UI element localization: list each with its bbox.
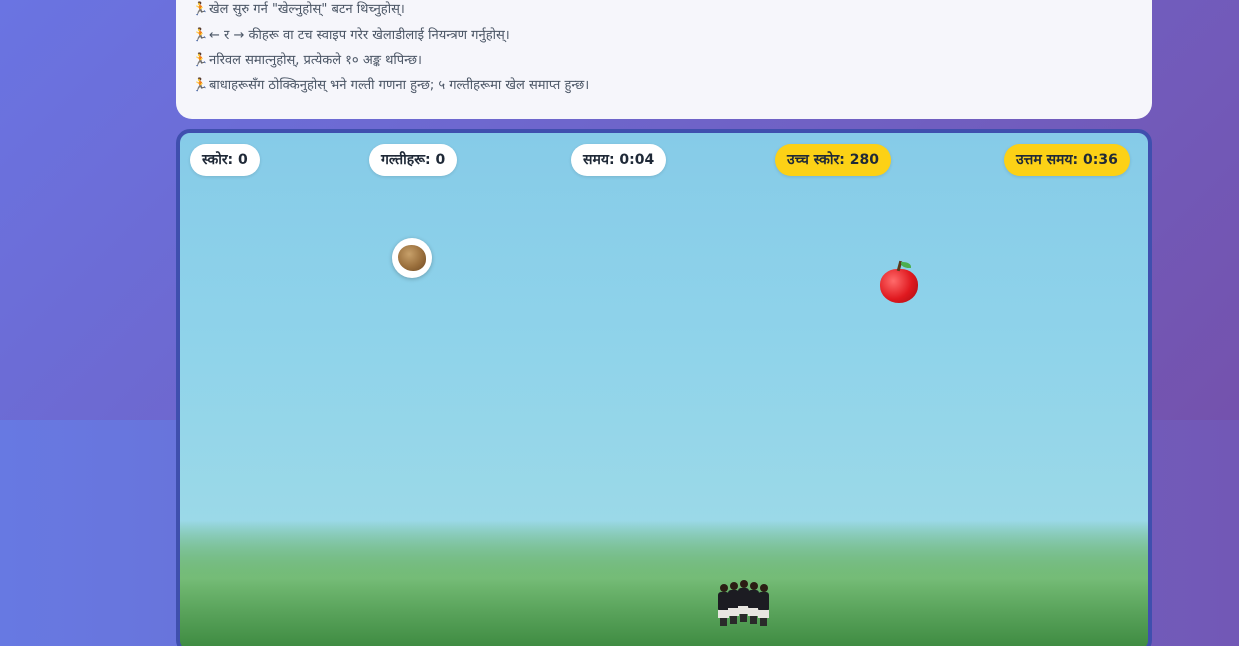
score-badge: स्कोर: 0	[190, 144, 260, 176]
instruction-item: 🏃बाधाहरूसँग ठोक्किनुहोस् भने गल्ती गणना …	[192, 77, 589, 95]
game-canvas[interactable]: स्कोर: 0 गल्तीहरू: 0 समय: 0:04 उच्च स्को…	[176, 129, 1152, 646]
apple-leaf	[901, 262, 911, 268]
player-dancers-icon[interactable]	[718, 576, 770, 626]
instruction-text: बाधाहरूसँग ठोक्किनुहोस् भने गल्ती गणना ह…	[209, 78, 590, 93]
apple-body	[880, 269, 918, 303]
runner-icon: 🏃	[192, 53, 209, 68]
high-score-badge: उच्च स्कोर: 280	[775, 144, 891, 176]
instruction-item: 🏃खेल सुरु गर्न "खेल्नुहोस्" बटन थिच्नुहो…	[192, 1, 405, 19]
instruction-text: ← र → कीहरू वा टच स्वाइप गरेर खेलाडीलाई …	[209, 28, 510, 43]
coconut-icon	[392, 238, 432, 278]
runner-icon: 🏃	[192, 2, 209, 17]
time-badge: समय: 0:04	[571, 144, 667, 176]
grass-ground	[180, 520, 1148, 646]
instruction-item: 🏃नरिवल समात्नुहोस्, प्रत्येकले १० अङ्क थ…	[192, 52, 422, 70]
instruction-item: 🏃← र → कीहरू वा टच स्वाइप गरेर खेलाडीलाई…	[192, 27, 510, 45]
runner-icon: 🏃	[192, 28, 209, 43]
instructions-panel: 🏃खेल सुरु गर्न "खेल्नुहोस्" बटन थिच्नुहो…	[176, 0, 1152, 119]
coconut-shell	[398, 245, 426, 271]
instruction-text: खेल सुरु गर्न "खेल्नुहोस्" बटन थिच्नुहोस…	[209, 2, 405, 17]
best-time-badge: उत्तम समय: 0:36	[1004, 144, 1130, 176]
instruction-text: नरिवल समात्नुहोस्, प्रत्येकले १० अङ्क थप…	[209, 53, 422, 68]
player-figure	[758, 584, 769, 626]
runner-icon: 🏃	[192, 78, 209, 93]
mistakes-badge: गल्तीहरू: 0	[369, 144, 458, 176]
